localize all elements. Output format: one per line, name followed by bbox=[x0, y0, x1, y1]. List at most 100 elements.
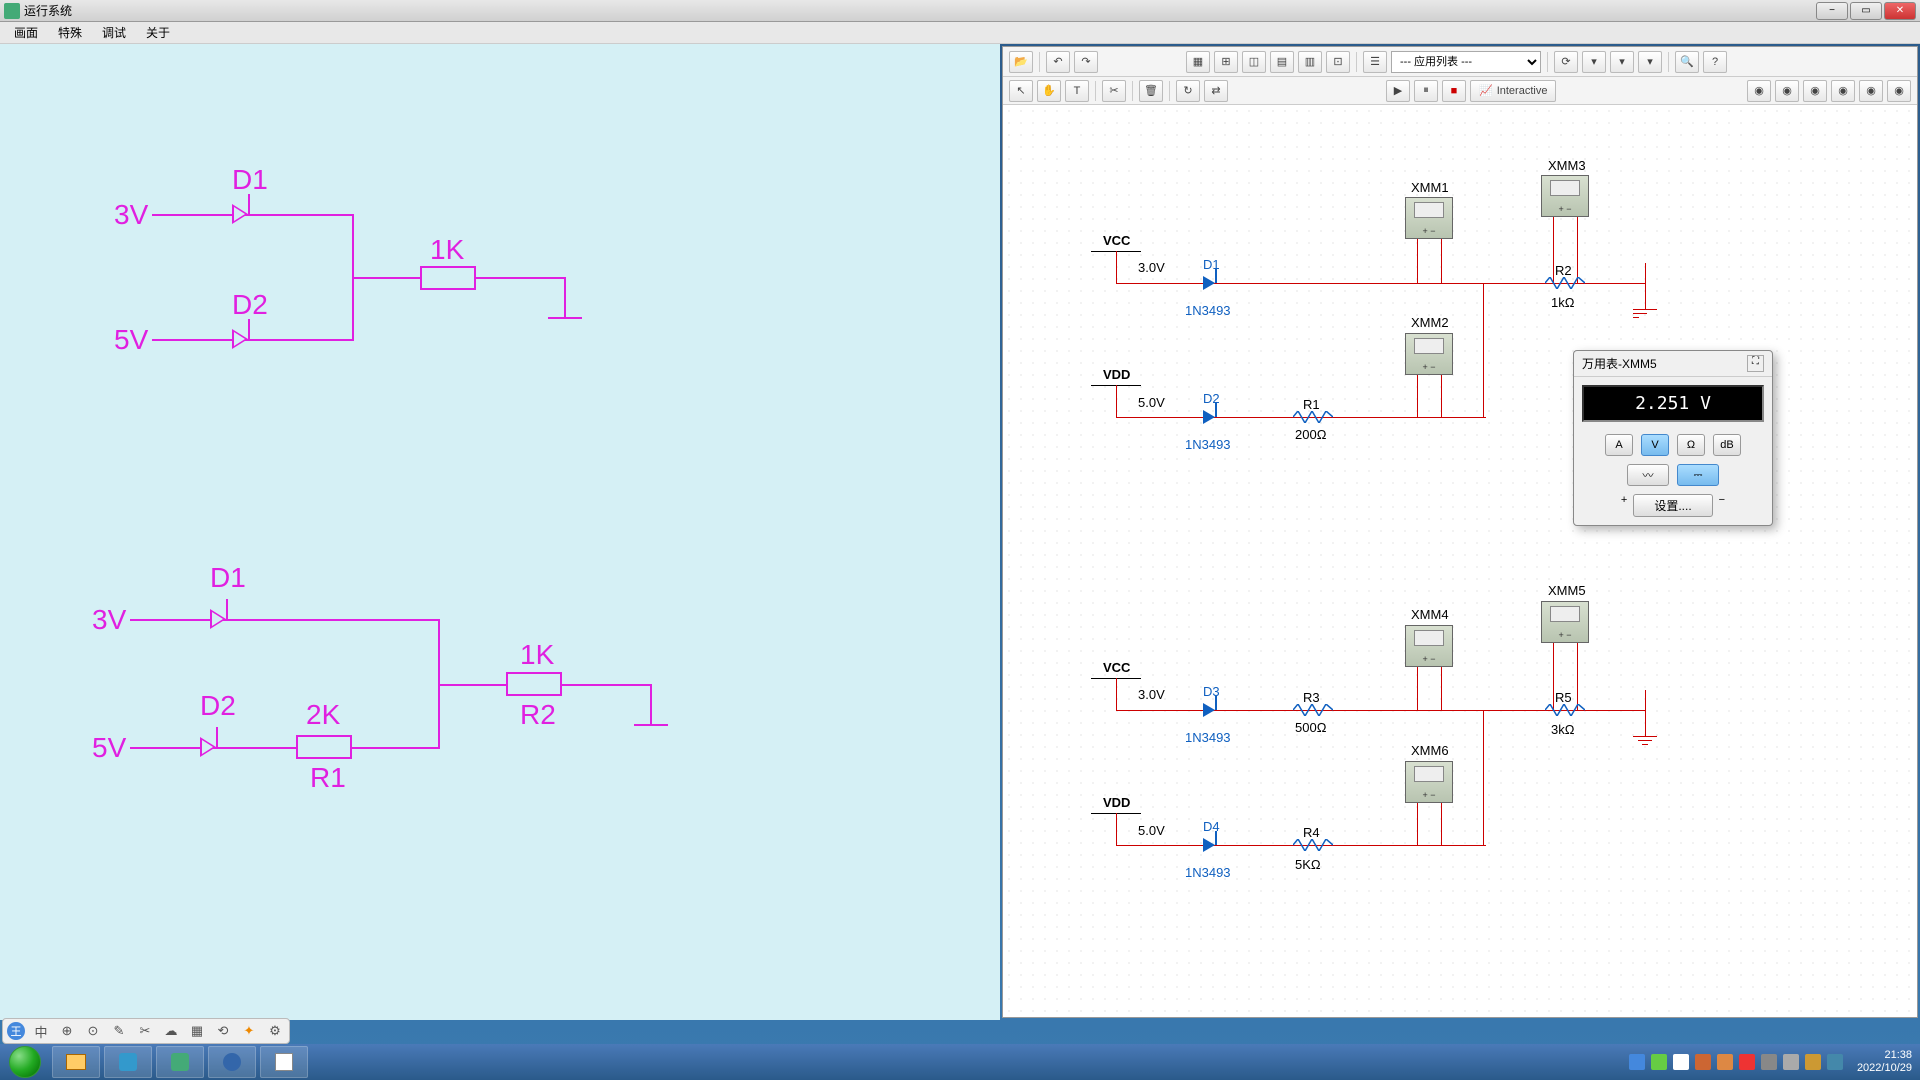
r4-val: 5KΩ bbox=[1295, 857, 1321, 872]
task-explorer[interactable] bbox=[52, 1046, 100, 1078]
ime-t6[interactable]: ▦ bbox=[187, 1021, 207, 1041]
grid2-icon[interactable]: ⊞ bbox=[1214, 51, 1238, 73]
menu-draw[interactable]: 画面 bbox=[4, 24, 48, 41]
delete-icon[interactable]: 🗑 bbox=[1139, 80, 1163, 102]
tray-icon-1[interactable] bbox=[1629, 1054, 1645, 1070]
task-paint[interactable] bbox=[260, 1046, 308, 1078]
schematic-canvas[interactable]: VCC 3.0V D1 1N3493 VDD 5.0V D2 1N3493 R1… bbox=[1003, 105, 1917, 1017]
tray-icon-6[interactable] bbox=[1827, 1054, 1843, 1070]
probe4-icon[interactable]: ◉ bbox=[1831, 80, 1855, 102]
probe5-icon[interactable]: ◉ bbox=[1859, 80, 1883, 102]
xmm3-meter[interactable] bbox=[1541, 175, 1589, 217]
ime-t8[interactable]: ✦ bbox=[239, 1021, 259, 1041]
menu-debug[interactable]: 调试 bbox=[92, 24, 136, 41]
minimize-button[interactable]: − bbox=[1816, 2, 1848, 20]
r1-symbol[interactable] bbox=[1293, 411, 1333, 423]
ime-t1[interactable]: ⊕ bbox=[57, 1021, 77, 1041]
probe2-icon[interactable]: ◉ bbox=[1775, 80, 1799, 102]
r2-symbol[interactable] bbox=[1545, 277, 1585, 289]
mm-settings-btn[interactable]: 设置.... bbox=[1633, 494, 1712, 517]
maximize-button[interactable]: ▭ bbox=[1850, 2, 1882, 20]
dropdown2-icon[interactable]: ▾ bbox=[1610, 51, 1634, 73]
left-schematic-panel[interactable]: 3V D1 5V D2 1K 3V D1 5V D2 bbox=[0, 44, 1000, 1020]
xmm5-meter[interactable] bbox=[1541, 601, 1589, 643]
layout4-icon[interactable]: ⊡ bbox=[1326, 51, 1350, 73]
probe1-icon[interactable]: ◉ bbox=[1747, 80, 1771, 102]
mm-ac-icon[interactable]: 〰 bbox=[1627, 464, 1669, 486]
ime-t2[interactable]: ⊙ bbox=[83, 1021, 103, 1041]
help-icon[interactable]: ? bbox=[1703, 51, 1727, 73]
tray-network-icon[interactable] bbox=[1761, 1054, 1777, 1070]
list-icon[interactable]: ☰ bbox=[1363, 51, 1387, 73]
xmm1-meter[interactable] bbox=[1405, 197, 1453, 239]
dropdown3-icon[interactable]: ▾ bbox=[1638, 51, 1662, 73]
flip-icon[interactable]: ⇄ bbox=[1204, 80, 1228, 102]
close-button[interactable]: ✕ bbox=[1884, 2, 1916, 20]
task-app2[interactable] bbox=[156, 1046, 204, 1078]
ime-lang[interactable]: 中 bbox=[31, 1021, 51, 1041]
tray-icon-2[interactable] bbox=[1651, 1054, 1667, 1070]
redo-icon[interactable]: ↷ bbox=[1074, 51, 1098, 73]
probe6-icon[interactable]: ◉ bbox=[1887, 80, 1911, 102]
xmm2-meter[interactable] bbox=[1405, 333, 1453, 375]
menu-about[interactable]: 关于 bbox=[136, 24, 180, 41]
layout3-icon[interactable]: ▥ bbox=[1298, 51, 1322, 73]
tray-up-icon[interactable] bbox=[1673, 1054, 1689, 1070]
undo-icon[interactable]: ↶ bbox=[1046, 51, 1070, 73]
menu-special[interactable]: 特殊 bbox=[48, 24, 92, 41]
ime-toolbar[interactable]: 王 中 ⊕ ⊙ ✎ ✂ ☁ ▦ ⟲ ✦ ⚙ bbox=[2, 1018, 290, 1044]
tray-volume-icon[interactable] bbox=[1783, 1054, 1799, 1070]
r5-symbol[interactable] bbox=[1545, 704, 1585, 716]
mm-btn-ohm[interactable]: Ω bbox=[1677, 434, 1705, 456]
search-icon[interactable]: 🔍 bbox=[1675, 51, 1699, 73]
app-list-dropdown[interactable]: --- 应用列表 --- bbox=[1391, 51, 1541, 73]
ime-icon[interactable]: 王 bbox=[7, 1022, 25, 1040]
mm-titlebar[interactable]: 万用表-XMM5 ⛶ bbox=[1574, 351, 1772, 377]
rotate-icon[interactable]: ↻ bbox=[1176, 80, 1200, 102]
refresh-icon[interactable]: ⟳ bbox=[1554, 51, 1578, 73]
mm-btn-a[interactable]: A bbox=[1605, 434, 1633, 456]
d3-symbol[interactable] bbox=[1203, 703, 1215, 717]
multimeter-popup[interactable]: 万用表-XMM5 ⛶ 2.251 V A V Ω dB 〰 ⎓ + 设置.... bbox=[1573, 350, 1773, 526]
task-app1[interactable] bbox=[104, 1046, 152, 1078]
hand-icon[interactable]: ✋ bbox=[1037, 80, 1061, 102]
d2-symbol[interactable] bbox=[1203, 410, 1215, 424]
c2-gnd bbox=[634, 724, 668, 726]
tray-icon-3[interactable] bbox=[1695, 1054, 1711, 1070]
ime-t5[interactable]: ☁ bbox=[161, 1021, 181, 1041]
tool-open-icon[interactable]: 📂 bbox=[1009, 51, 1033, 73]
xmm4-meter[interactable] bbox=[1405, 625, 1453, 667]
cursor-icon[interactable]: ↖ bbox=[1009, 80, 1033, 102]
start-button[interactable] bbox=[0, 1044, 50, 1080]
tray-icon-4[interactable] bbox=[1739, 1054, 1755, 1070]
ime-t3[interactable]: ✎ bbox=[109, 1021, 129, 1041]
cut-icon[interactable]: ✂ bbox=[1102, 80, 1126, 102]
grid-icon[interactable]: ▦ bbox=[1186, 51, 1210, 73]
text-icon[interactable]: T bbox=[1065, 80, 1089, 102]
mm-btn-db[interactable]: dB bbox=[1713, 434, 1741, 456]
mm-btn-v[interactable]: V bbox=[1641, 434, 1669, 456]
dropdown1-icon[interactable]: ▾ bbox=[1582, 51, 1606, 73]
layout2-icon[interactable]: ▤ bbox=[1270, 51, 1294, 73]
mm-close-icon[interactable]: ⛶ bbox=[1747, 355, 1764, 372]
ime-t9[interactable]: ⚙ bbox=[265, 1021, 285, 1041]
stop-icon[interactable]: ■ bbox=[1442, 80, 1466, 102]
play-icon[interactable]: ▶ bbox=[1386, 80, 1410, 102]
d1-symbol[interactable] bbox=[1203, 276, 1215, 290]
pause-icon[interactable]: ⏸ bbox=[1414, 80, 1438, 102]
xmm6-meter[interactable] bbox=[1405, 761, 1453, 803]
probe3-icon[interactable]: ◉ bbox=[1803, 80, 1827, 102]
sim-mode[interactable]: 📈Interactive bbox=[1470, 80, 1556, 102]
r4-symbol[interactable] bbox=[1293, 839, 1333, 851]
ime-t4[interactable]: ✂ bbox=[135, 1021, 155, 1041]
ime-t7[interactable]: ⟲ bbox=[213, 1021, 233, 1041]
layout-icon[interactable]: ◫ bbox=[1242, 51, 1266, 73]
taskbar-clock[interactable]: 21:38 2022/10/29 bbox=[1849, 1049, 1912, 1075]
tray-shield-icon[interactable] bbox=[1717, 1054, 1733, 1070]
d4-symbol[interactable] bbox=[1203, 838, 1215, 852]
c1-v1-label: 3V bbox=[114, 199, 148, 231]
mm-dc-icon[interactable]: ⎓ bbox=[1677, 464, 1719, 486]
r3-symbol[interactable] bbox=[1293, 704, 1333, 716]
tray-icon-5[interactable] bbox=[1805, 1054, 1821, 1070]
task-app3[interactable] bbox=[208, 1046, 256, 1078]
